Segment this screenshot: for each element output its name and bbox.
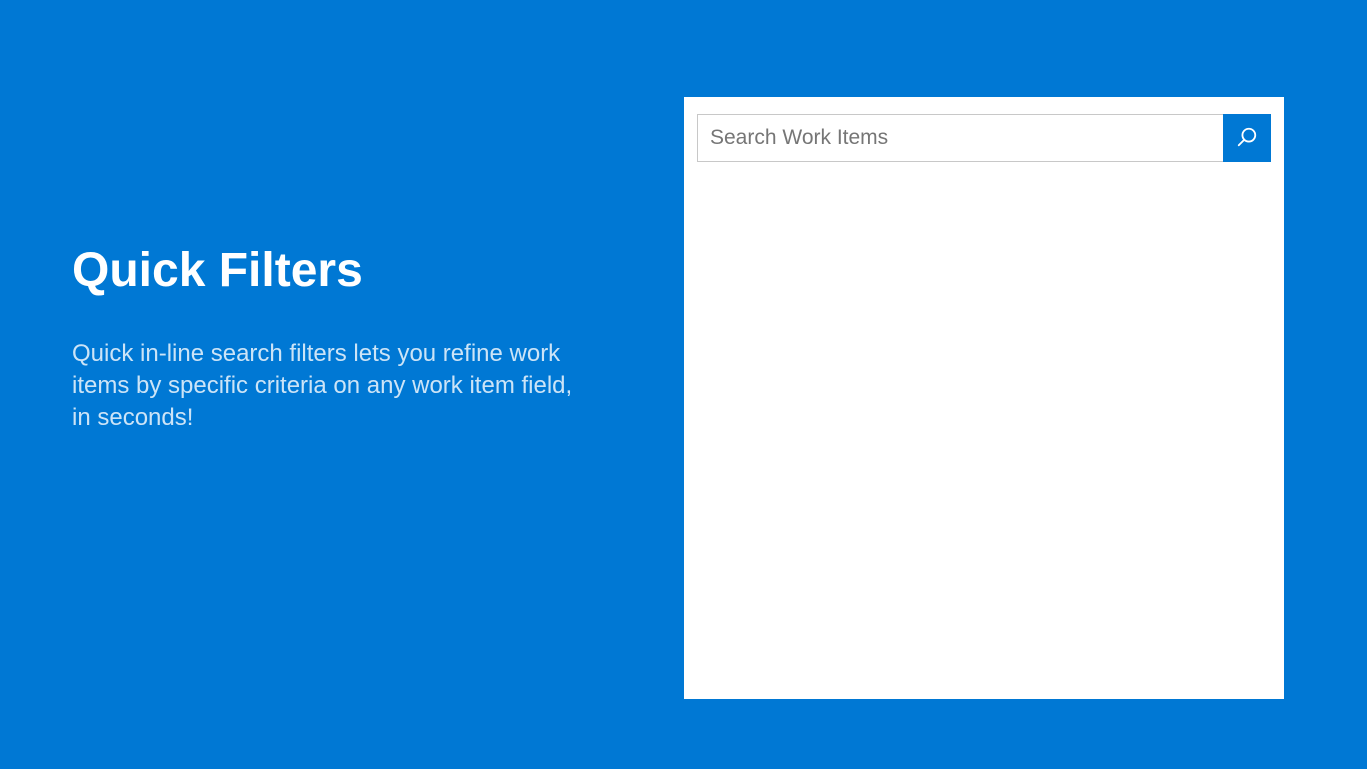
search-row — [697, 114, 1271, 162]
hero-title: Quick Filters — [72, 242, 592, 300]
search-panel — [684, 97, 1284, 699]
search-icon — [1236, 126, 1258, 151]
search-button[interactable] — [1223, 114, 1271, 162]
hero-section: Quick Filters Quick in-line search filte… — [72, 242, 592, 435]
hero-description: Quick in-line search filters lets you re… — [72, 338, 592, 435]
search-input[interactable] — [697, 114, 1223, 162]
